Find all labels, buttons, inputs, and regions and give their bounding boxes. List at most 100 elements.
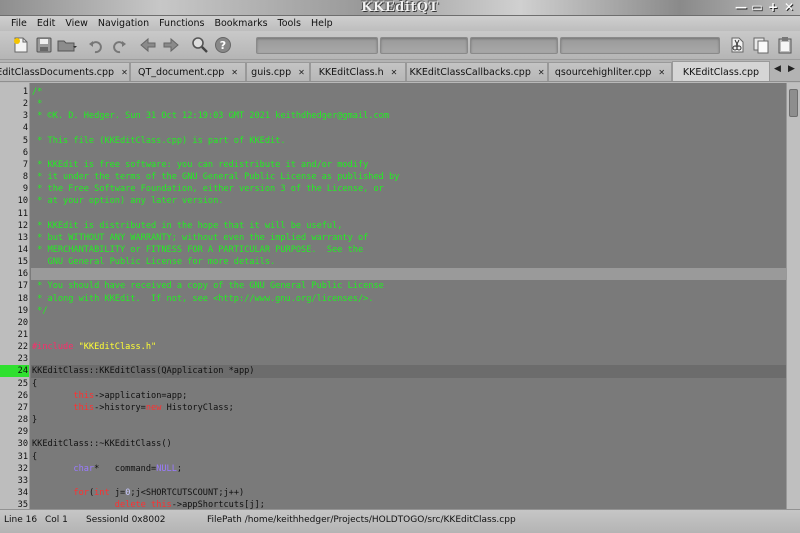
code-editor[interactable]: 1 /* 2 * 3 * ©K. D. Hedger. Sun 31 Oct 12:1… [0, 83, 786, 509]
tab-close-icon[interactable]: ✕ [538, 68, 545, 77]
line-number: 4 [22, 123, 28, 134]
status-line: Line 16 [4, 515, 38, 525]
undo-icon[interactable] [85, 34, 107, 56]
tab-label: guis.cpp [251, 67, 292, 78]
tab-label: QT_document.cpp [138, 67, 225, 78]
line-number: 13 [17, 232, 28, 243]
code-token: * at your option) any later version. [32, 196, 224, 207]
tab-kkeditclass-h[interactable]: KKEditClass.h ✕ [310, 62, 406, 81]
code-line: * along with KKEdit. If not, see <http:/… [32, 293, 786, 305]
tab-close-icon[interactable]: ✕ [231, 68, 238, 77]
cut-icon[interactable] [726, 34, 748, 56]
line-number: 19 [17, 305, 28, 316]
menu-functions[interactable]: Functions [154, 16, 209, 31]
tab-label: KKEditClass.cpp [682, 66, 760, 78]
menu-tools[interactable]: Tools [273, 16, 306, 31]
code-token: ->appShortcuts[j]; [171, 500, 265, 509]
back-icon[interactable] [137, 34, 159, 56]
code-token: * along with KKEdit. If not, see <http:/… [32, 293, 374, 304]
menu-view[interactable]: View [60, 16, 93, 31]
tab-qsourcehighliter[interactable]: qsourcehighliter.cpp ✕ [548, 62, 672, 81]
tab-scroll-right-icon[interactable]: ▶ [788, 64, 795, 74]
code-line: * KKEdit is distributed in the hope that… [32, 220, 786, 232]
svg-text:?: ? [220, 39, 226, 52]
line-number: 5 [22, 135, 28, 146]
menu-bookmarks[interactable]: Bookmarks [209, 16, 272, 31]
code-line: * at your option) any later version. [32, 195, 786, 207]
code-line: { [32, 451, 786, 463]
line-number: 11 [17, 208, 28, 219]
tab-editclassdocuments[interactable]: EditClassDocuments.cpp ✕ [0, 62, 130, 81]
code-token: j= [109, 487, 126, 498]
code-token: "KKEditClass.h" [78, 342, 157, 353]
line-number: 25 [17, 378, 28, 389]
status-session: SessionId 0x8002 [86, 515, 166, 525]
tab-close-icon[interactable]: ✕ [658, 68, 665, 77]
maximize-button[interactable]: + [766, 1, 780, 14]
code-token: this [73, 402, 95, 413]
code-line: this->history=new HistoryClass; [32, 402, 786, 414]
paste-icon[interactable] [774, 34, 796, 56]
menu-bar: File Edit View Navigation Functions Book… [0, 16, 800, 31]
title-bar: KKEditQT — ▭ + ✕ [0, 0, 800, 16]
line-number: 20 [17, 317, 28, 328]
find-api-field[interactable] [470, 37, 558, 54]
goto-define-field[interactable] [256, 37, 378, 54]
tab-label: KKEditClassCallbacks.cpp [409, 67, 531, 78]
tab-close-icon[interactable]: ✕ [391, 68, 398, 77]
window-title: KKEditQT [361, 0, 439, 15]
minimize-button[interactable]: — [734, 1, 748, 14]
vertical-scrollbar[interactable] [786, 83, 800, 509]
tab-guis[interactable]: guis.cpp ✕ [246, 62, 310, 81]
line-number: 14 [17, 244, 28, 255]
new-file-icon[interactable] [10, 34, 32, 56]
scrollbar-thumb[interactable] [789, 89, 798, 117]
code-token: * [32, 99, 43, 110]
menu-help[interactable]: Help [306, 16, 338, 31]
find-icon[interactable] [189, 34, 211, 56]
help-icon[interactable]: ? [212, 34, 234, 56]
code-token: * the Free Software Foundation, either v… [32, 184, 384, 195]
code-line: delete this->appShortcuts[j]; [32, 499, 786, 509]
find-qt-api-field[interactable] [560, 37, 720, 54]
tab-qt-document[interactable]: QT_document.cpp ✕ [130, 62, 246, 81]
close-button[interactable]: ✕ [782, 1, 796, 14]
code-token: * KKEdit is free software: you can redis… [32, 159, 369, 170]
menu-file[interactable]: File [6, 16, 32, 31]
tab-kkeditclasscallbacks[interactable]: KKEditClassCallbacks.cpp ✕ [406, 62, 548, 81]
shade-button[interactable]: ▭ [750, 1, 764, 14]
copy-icon[interactable] [750, 34, 772, 56]
code-token: GNU General Public License for more deta… [32, 257, 276, 268]
tab-label: KKEditClass.h [318, 67, 384, 78]
line-number: 17 [17, 281, 28, 292]
tab-scroll-left-icon[interactable]: ◀ [774, 64, 781, 74]
code-token: for [73, 487, 89, 498]
line-number: 30 [17, 439, 28, 450]
forward-icon[interactable] [160, 34, 182, 56]
line-number: 28 [17, 415, 28, 426]
open-folder-icon[interactable] [56, 34, 78, 56]
tab-kkeditclass-cpp[interactable]: KKEditClass.cpp [672, 61, 770, 81]
code-token: * You should have received a copy of the… [32, 281, 384, 292]
status-filepath: FilePath /home/keithhedger/Projects/HOLD… [207, 515, 516, 525]
tab-close-icon[interactable]: ✕ [121, 68, 128, 77]
code-token: HistoryClass; [161, 402, 234, 413]
save-icon[interactable] [33, 34, 55, 56]
tab-bar: EditClassDocuments.cpp ✕ QT_document.cpp… [0, 60, 800, 82]
code-token: KKEditClass::~KKEditClass() [32, 439, 172, 450]
tab-close-icon[interactable]: ✕ [298, 68, 305, 77]
menu-edit[interactable]: Edit [32, 16, 60, 31]
redo-icon[interactable] [108, 34, 130, 56]
line-number: 23 [17, 354, 28, 365]
tab-label: EditClassDocuments.cpp [0, 67, 115, 78]
menu-navigation[interactable]: Navigation [93, 16, 154, 31]
status-col: Col 1 [45, 515, 68, 525]
code-token: */ [32, 305, 48, 316]
code-token: /* [32, 87, 43, 97]
line-number: 18 [17, 293, 28, 304]
goto-line-field[interactable] [380, 37, 468, 54]
